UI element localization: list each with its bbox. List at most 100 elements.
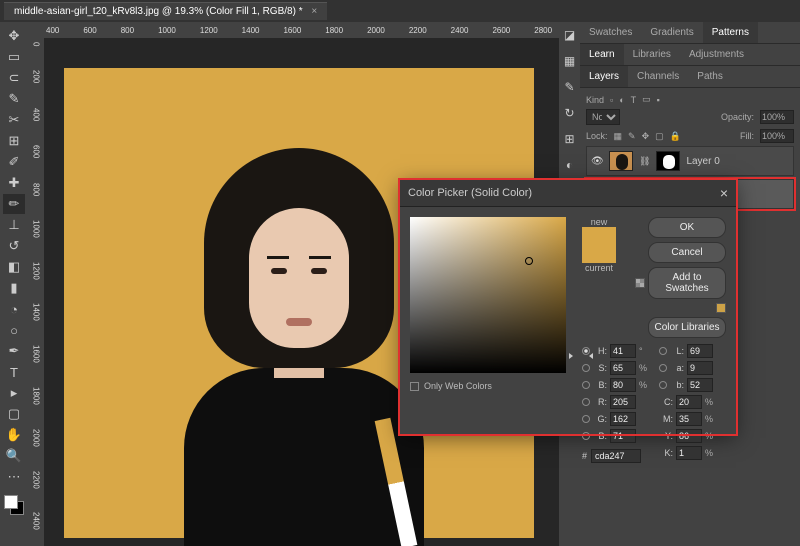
document-tab[interactable]: middle-asian-girl_t20_kRv8l3.jpg @ 19.3%… xyxy=(4,2,327,20)
filter-adjust-icon[interactable]: ◐ xyxy=(619,95,624,105)
gamut-warning-icon[interactable] xyxy=(635,278,645,288)
l-input[interactable] xyxy=(687,344,713,358)
radio-l[interactable] xyxy=(659,347,667,355)
blend-mode-select[interactable]: Normal xyxy=(586,109,620,125)
hue-slider-thumb[interactable] xyxy=(571,355,591,358)
m-input[interactable] xyxy=(676,412,702,426)
foreground-background-swatch[interactable] xyxy=(3,494,25,516)
radio-bl[interactable] xyxy=(582,432,590,440)
a-input[interactable] xyxy=(687,361,713,375)
radio-b[interactable] xyxy=(582,381,590,389)
brush-tool[interactable]: ✏ xyxy=(3,194,25,214)
opacity-input[interactable] xyxy=(760,110,794,124)
color-libraries-button[interactable]: Color Libraries xyxy=(648,317,726,338)
properties-panel-icon[interactable]: ⊞ xyxy=(564,132,574,146)
lock-position-icon[interactable]: ✥ xyxy=(642,131,650,142)
color-panel-icon[interactable]: ◪ xyxy=(564,28,575,42)
only-web-colors-checkbox[interactable] xyxy=(410,382,419,391)
radio-s[interactable] xyxy=(582,364,590,372)
blur-tool[interactable]: ◔ xyxy=(3,299,25,319)
lasso-tool[interactable]: ⊂ xyxy=(3,68,25,88)
add-to-swatches-button[interactable]: Add to Swatches xyxy=(648,267,726,299)
radio-g[interactable] xyxy=(582,415,590,423)
lab-b-input[interactable] xyxy=(687,378,713,392)
path-select-tool[interactable]: ▸ xyxy=(3,383,25,403)
lock-transparency-icon[interactable]: ▦ xyxy=(614,131,623,142)
eyedropper-tool[interactable]: ✐ xyxy=(3,152,25,172)
gradient-tool[interactable]: ▮ xyxy=(3,278,25,298)
tab-channels[interactable]: Channels xyxy=(628,66,688,87)
adjustments-panel-icon[interactable]: ◐ xyxy=(566,158,573,172)
history-panel-icon[interactable]: ↻ xyxy=(564,106,574,120)
new-color-swatch[interactable] xyxy=(582,227,616,245)
hex-input[interactable] xyxy=(591,449,641,463)
hex-label: # xyxy=(582,451,587,461)
ok-button[interactable]: OK xyxy=(648,217,726,238)
lock-artboard-icon[interactable]: ▢ xyxy=(655,131,664,142)
tab-adjustments[interactable]: Adjustments xyxy=(680,44,753,65)
close-tab-icon[interactable]: × xyxy=(311,6,317,17)
tab-gradients[interactable]: Gradients xyxy=(641,22,702,43)
foreground-color-swatch[interactable] xyxy=(4,495,18,509)
healing-tool[interactable]: ✚ xyxy=(3,173,25,193)
c-input[interactable] xyxy=(676,395,702,409)
pen-tool[interactable]: ✒ xyxy=(3,341,25,361)
radio-lab-b[interactable] xyxy=(659,381,667,389)
swatches-panel-icon[interactable]: ▦ xyxy=(564,54,575,68)
current-color-swatch[interactable] xyxy=(582,245,616,263)
filter-shape-icon[interactable]: ▭ xyxy=(642,94,651,105)
filter-pixel-icon[interactable]: ▫ xyxy=(610,95,613,105)
b-input[interactable] xyxy=(610,378,636,392)
color-field-cursor[interactable] xyxy=(525,257,533,265)
tab-libraries[interactable]: Libraries xyxy=(624,44,680,65)
frame-tool[interactable]: ⊞ xyxy=(3,131,25,151)
cancel-button[interactable]: Cancel xyxy=(648,242,726,263)
radio-a[interactable] xyxy=(659,364,667,372)
fill-input[interactable] xyxy=(760,129,794,143)
h-input[interactable] xyxy=(610,344,636,358)
radio-r[interactable] xyxy=(582,398,590,406)
s-input[interactable] xyxy=(610,361,636,375)
tab-patterns[interactable]: Patterns xyxy=(703,22,758,43)
link-icon[interactable]: ⛓ xyxy=(639,156,650,167)
filter-type-icon[interactable]: T xyxy=(631,95,637,105)
quick-select-tool[interactable]: ✎ xyxy=(3,89,25,109)
dialog-titlebar[interactable]: Color Picker (Solid Color) × xyxy=(400,180,736,207)
layer-row-0[interactable]: 👁 ⛓ Layer 0 xyxy=(586,146,794,176)
zoom-tool[interactable]: 🔍 xyxy=(3,446,25,466)
ruler-vertical: 0200400600800100012001400160018002000220… xyxy=(28,38,44,546)
ruler-horizontal: 4006008001000120014001600180020002200240… xyxy=(28,22,559,38)
fill-label: Fill: xyxy=(740,131,754,141)
layer-mask-thumbnail[interactable] xyxy=(656,151,680,171)
tab-layers[interactable]: Layers xyxy=(580,66,628,87)
close-icon[interactable]: × xyxy=(720,185,728,201)
lock-all-icon[interactable]: 🔒 xyxy=(670,131,681,142)
tab-paths[interactable]: Paths xyxy=(688,66,732,87)
shape-tool[interactable]: ▢ xyxy=(3,404,25,424)
filter-smart-icon[interactable]: ▪ xyxy=(657,95,660,105)
y-input[interactable] xyxy=(676,429,702,443)
edit-toolbar-icon[interactable]: ⋯ xyxy=(3,467,25,487)
hand-tool[interactable]: ✋ xyxy=(3,425,25,445)
r-input[interactable] xyxy=(610,395,636,409)
tab-swatches[interactable]: Swatches xyxy=(580,22,641,43)
color-field[interactable] xyxy=(410,217,566,373)
bl-input[interactable] xyxy=(610,429,636,443)
marquee-tool[interactable]: ▭ xyxy=(3,47,25,67)
g-input[interactable] xyxy=(610,412,636,426)
layer-thumbnail[interactable] xyxy=(609,151,633,171)
stamp-tool[interactable]: ⊥ xyxy=(3,215,25,235)
dodge-tool[interactable]: ○ xyxy=(3,320,25,340)
visibility-toggle-icon[interactable]: 👁 xyxy=(591,156,603,167)
lock-pixels-icon[interactable]: ✎ xyxy=(628,131,636,142)
crop-tool[interactable]: ✂ xyxy=(3,110,25,130)
websafe-warning-icon[interactable] xyxy=(716,303,726,313)
type-tool[interactable]: T xyxy=(3,362,25,382)
history-brush-tool[interactable]: ↺ xyxy=(3,236,25,256)
move-tool[interactable]: ✥ xyxy=(3,26,25,46)
tab-learn[interactable]: Learn xyxy=(580,44,624,65)
eraser-tool[interactable]: ◧ xyxy=(3,257,25,277)
layer-name[interactable]: Layer 0 xyxy=(686,156,719,167)
brush-panel-icon[interactable]: ✎ xyxy=(564,80,574,94)
k-input[interactable] xyxy=(676,446,702,460)
